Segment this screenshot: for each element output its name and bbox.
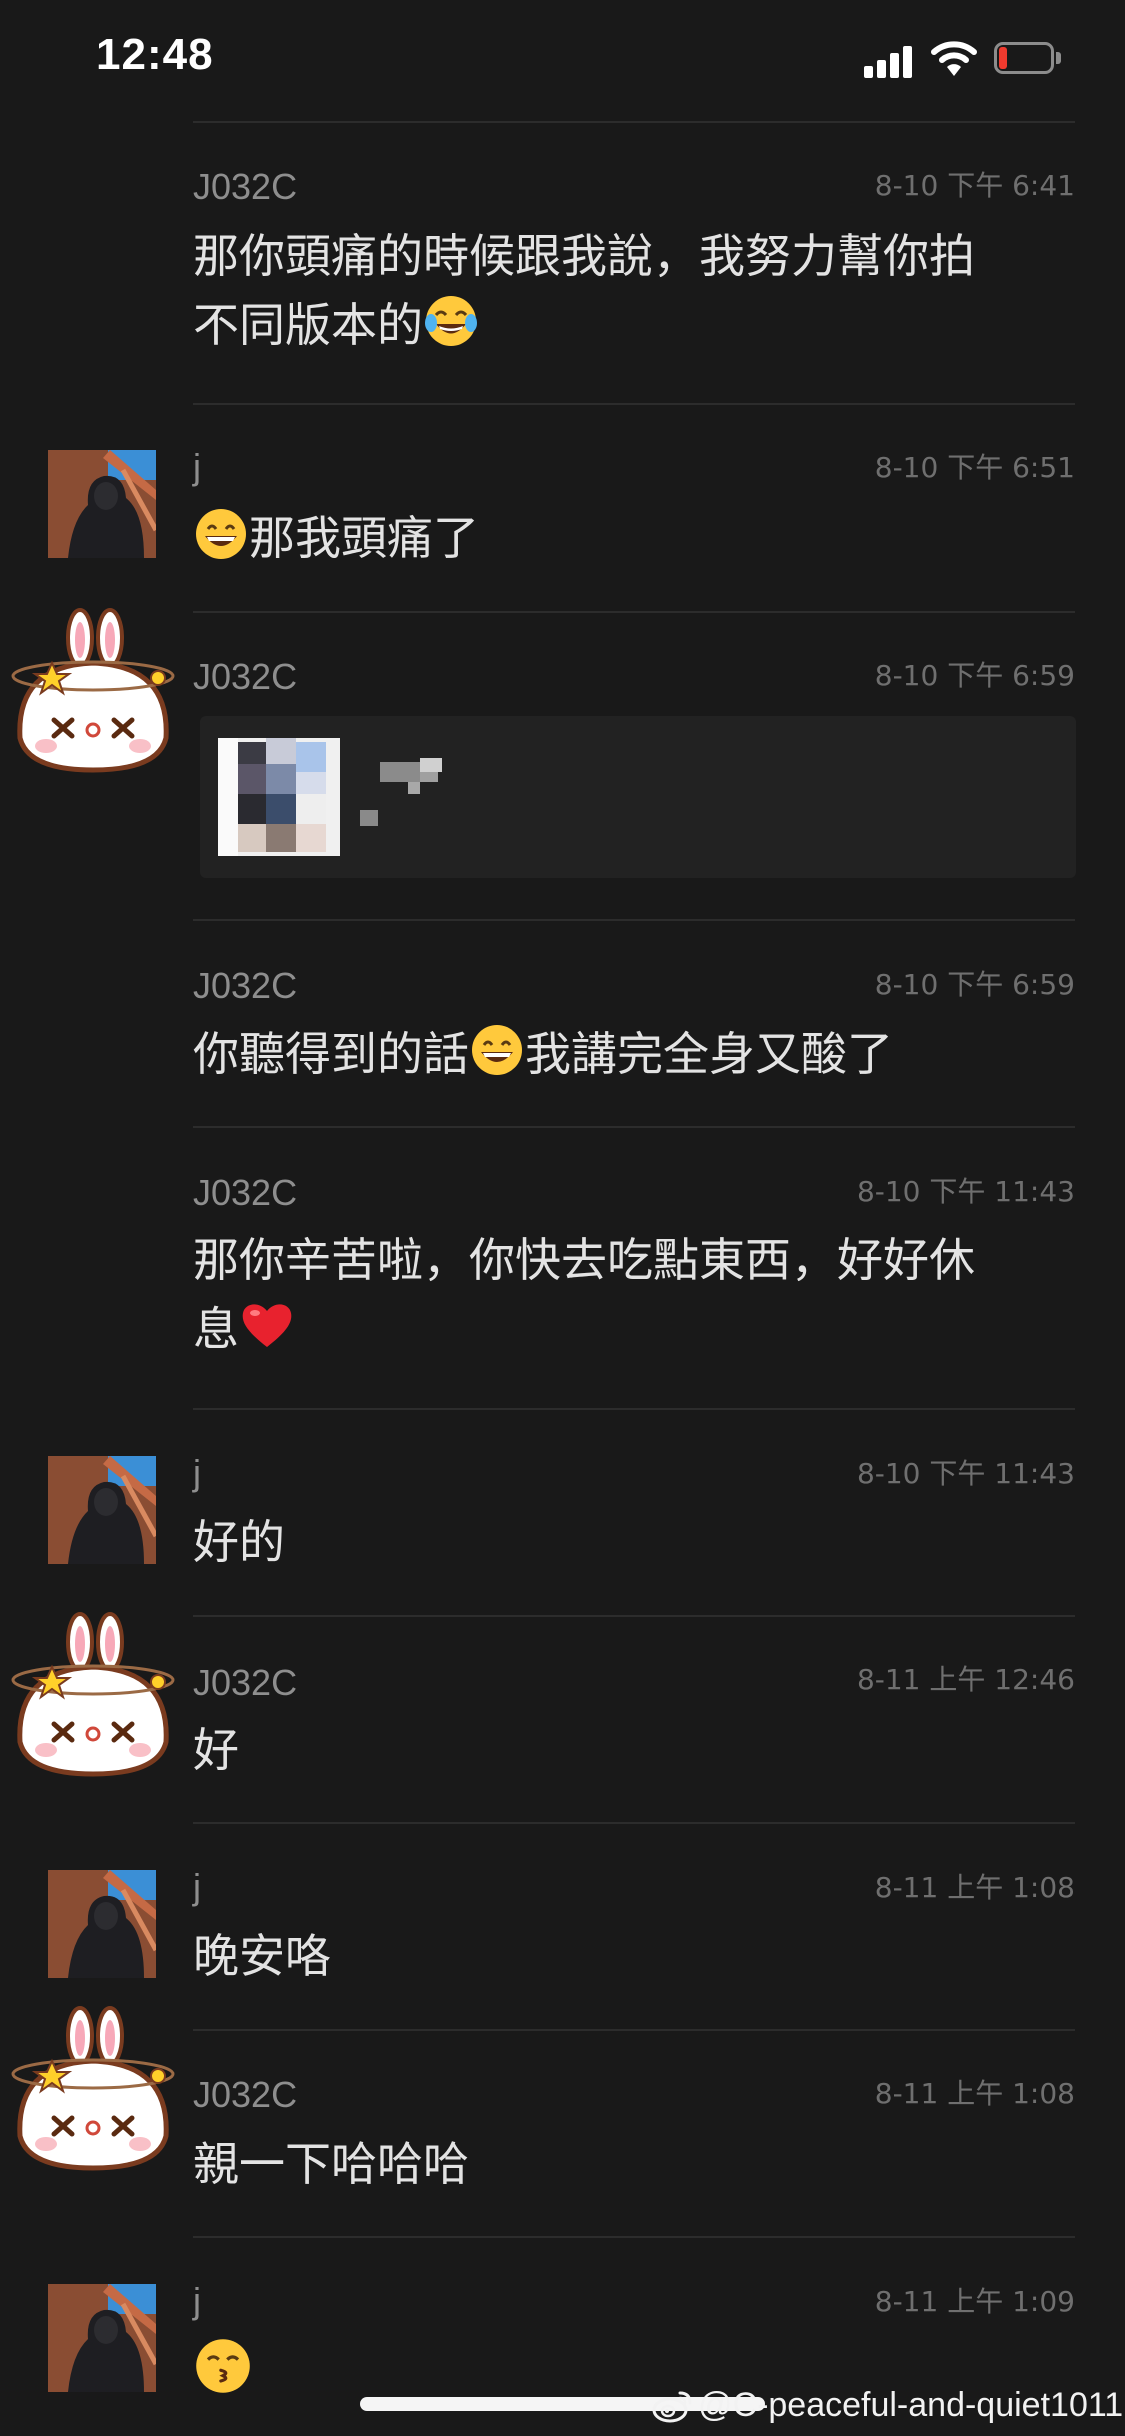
message-text[interactable]: 你聽得到的話 我講完全身又酸了: [193, 1020, 1073, 1089]
message-timestamp: 8-11 上午 1:08: [874, 2077, 1075, 2110]
sender-name: J032C: [193, 166, 298, 207]
message-divider: [193, 1822, 1075, 1824]
avatar[interactable]: [48, 1456, 156, 1564]
avatar-photo-icon: [48, 1870, 156, 1978]
message-text[interactable]: 那我頭痛了: [193, 504, 1073, 573]
message-line: 你聽得到的話: [193, 1027, 469, 1081]
media-attachment-card[interactable]: [200, 716, 1076, 878]
blurred-caption-icon: [360, 758, 442, 826]
sender-name: J032C: [193, 1662, 298, 1703]
bunny-avatar-icon[interactable]: [8, 608, 178, 778]
message-divider: [193, 1408, 1075, 1410]
message-divider: [193, 121, 1075, 123]
grinning-emoji: [472, 1025, 522, 1075]
message-timestamp: 8-10 下午 11:43: [856, 1457, 1075, 1490]
message-line: 不同版本的: [193, 298, 423, 352]
watermark: @C-peaceful-and-quiet1011: [652, 2386, 1123, 2425]
message-timestamp: 8-11 上午 12:46: [856, 1663, 1075, 1696]
message-timestamp: 8-10 下午 6:59: [874, 659, 1075, 692]
message-timestamp: 8-10 下午 6:41: [874, 169, 1075, 202]
bunny-avatar-icon[interactable]: [8, 1612, 178, 1782]
chat-list[interactable]: J032C 8-10 下午 6:41 那你頭痛的時候跟我說，我努力幫你拍 不同版…: [0, 0, 1125, 2436]
sender-name: j: [193, 1866, 201, 1907]
message-text[interactable]: 好: [193, 1716, 1073, 1785]
red-heart-emoji: [242, 1304, 292, 1347]
message-timestamp: 8-10 下午 6:51: [874, 451, 1075, 484]
tears-of-joy-emoji: [425, 296, 477, 346]
message-timestamp: 8-11 上午 1:09: [874, 2285, 1075, 2318]
message-line: 我講完全身又酸了: [525, 1027, 893, 1081]
bunny-avatar-icon[interactable]: [8, 2006, 178, 2176]
avatar-photo-icon: [48, 450, 156, 558]
message-divider: [193, 611, 1075, 613]
sender-name: J032C: [193, 2074, 298, 2115]
message-divider: [193, 1126, 1075, 1128]
sender-name: j: [193, 2280, 201, 2321]
message-line: 那我頭痛了: [249, 511, 479, 565]
message-divider: [193, 919, 1075, 921]
message-text[interactable]: 那你辛苦啦，你快去吃點東西，好好休 息: [193, 1226, 1073, 1364]
grinning-emoji: [196, 509, 246, 559]
message-text[interactable]: 那你頭痛的時候跟我說，我努力幫你拍 不同版本的: [193, 222, 1073, 360]
message-line: 那你頭痛的時候跟我說，我努力幫你拍: [193, 229, 975, 283]
message-text[interactable]: 晚安咯: [193, 1922, 1073, 1991]
blurred-image-thumbnail: [218, 738, 340, 856]
message-line: 那你辛苦啦，你快去吃點東西，好好休: [193, 1233, 975, 1287]
message-text[interactable]: 好的: [193, 1508, 1073, 1577]
sender-name: J032C: [193, 1172, 298, 1213]
sender-name: J032C: [193, 656, 298, 697]
message-timestamp: 8-10 下午 6:59: [874, 968, 1075, 1001]
message-timestamp: 8-11 上午 1:08: [874, 1871, 1075, 1904]
message-text[interactable]: 親一下哈哈哈: [193, 2130, 1073, 2199]
avatar[interactable]: [48, 1870, 156, 1978]
avatar[interactable]: [48, 450, 156, 558]
kissing-emoji: [196, 2339, 250, 2393]
avatar-photo-icon: [48, 2284, 156, 2392]
sender-name: J032C: [193, 965, 298, 1006]
message-divider: [193, 1615, 1075, 1617]
message-divider: [193, 2236, 1075, 2238]
message-divider: [193, 403, 1075, 405]
message-timestamp: 8-10 下午 11:43: [856, 1175, 1075, 1208]
watermark-text: @C-peaceful-and-quiet1011: [698, 2386, 1124, 2424]
sender-name: j: [193, 446, 201, 487]
message-divider: [193, 2029, 1075, 2031]
avatar-photo-icon: [48, 1456, 156, 1564]
message-line: 息: [193, 1302, 239, 1356]
sender-name: j: [193, 1452, 201, 1493]
weibo-icon: [652, 2391, 692, 2422]
avatar[interactable]: [48, 2284, 156, 2392]
